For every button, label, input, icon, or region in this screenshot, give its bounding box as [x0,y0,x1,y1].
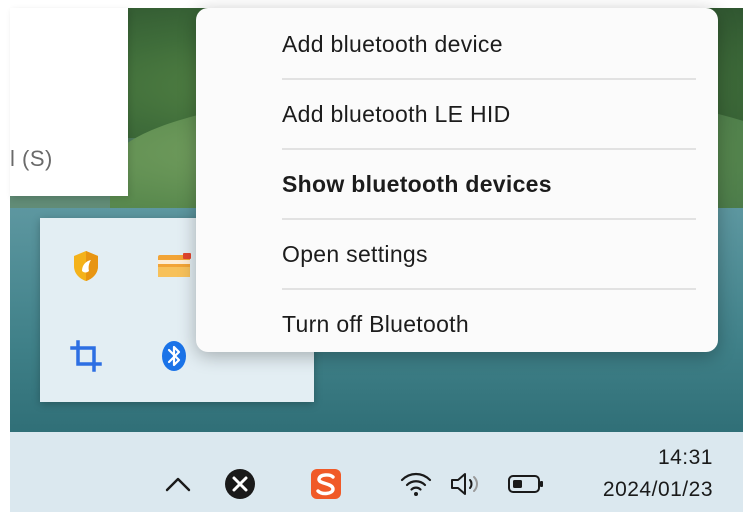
crop-icon[interactable] [66,336,106,376]
battery-icon[interactable] [504,468,548,500]
bluetooth-icon[interactable] [154,336,194,376]
taskbar: 14:31 2024/01/23 [10,432,743,512]
menu-item-open-settings[interactable]: Open settings [196,220,718,288]
security-shield-icon[interactable] [66,246,106,286]
menu-item-add-bluetooth-le-hid[interactable]: Add bluetooth LE HID [196,80,718,148]
menu-item-show-bluetooth-devices[interactable]: Show bluetooth devices [196,150,718,218]
clock-date: 2024/01/23 [602,478,713,501]
menu-item-label: Add bluetooth LE HID [282,100,511,127]
close-circle-icon[interactable] [220,464,260,504]
clock-time: 14:31 [657,446,713,469]
menu-item-label: Turn off Bluetooth [282,310,469,337]
wifi-icon[interactable] [396,466,436,502]
menu-item-label: Add bluetooth device [282,30,503,57]
background-window-text: l (S) [10,146,53,171]
bluetooth-context-menu: Add bluetooth device Add bluetooth LE HI… [196,8,718,352]
menu-item-label: Open settings [282,240,428,267]
folder-app-icon[interactable] [154,246,194,286]
sogou-input-icon[interactable] [306,464,346,504]
taskbar-clock[interactable]: 14:31 2024/01/23 [603,442,713,506]
background-window[interactable]: l (S) [10,8,128,196]
menu-item-label: Show bluetooth devices [282,170,552,197]
menu-item-add-bluetooth-device[interactable]: Add bluetooth device [196,10,718,78]
menu-item-turn-off-bluetooth[interactable]: Turn off Bluetooth [196,290,718,358]
chevron-up-icon[interactable] [158,466,198,502]
speaker-icon[interactable] [446,466,490,502]
